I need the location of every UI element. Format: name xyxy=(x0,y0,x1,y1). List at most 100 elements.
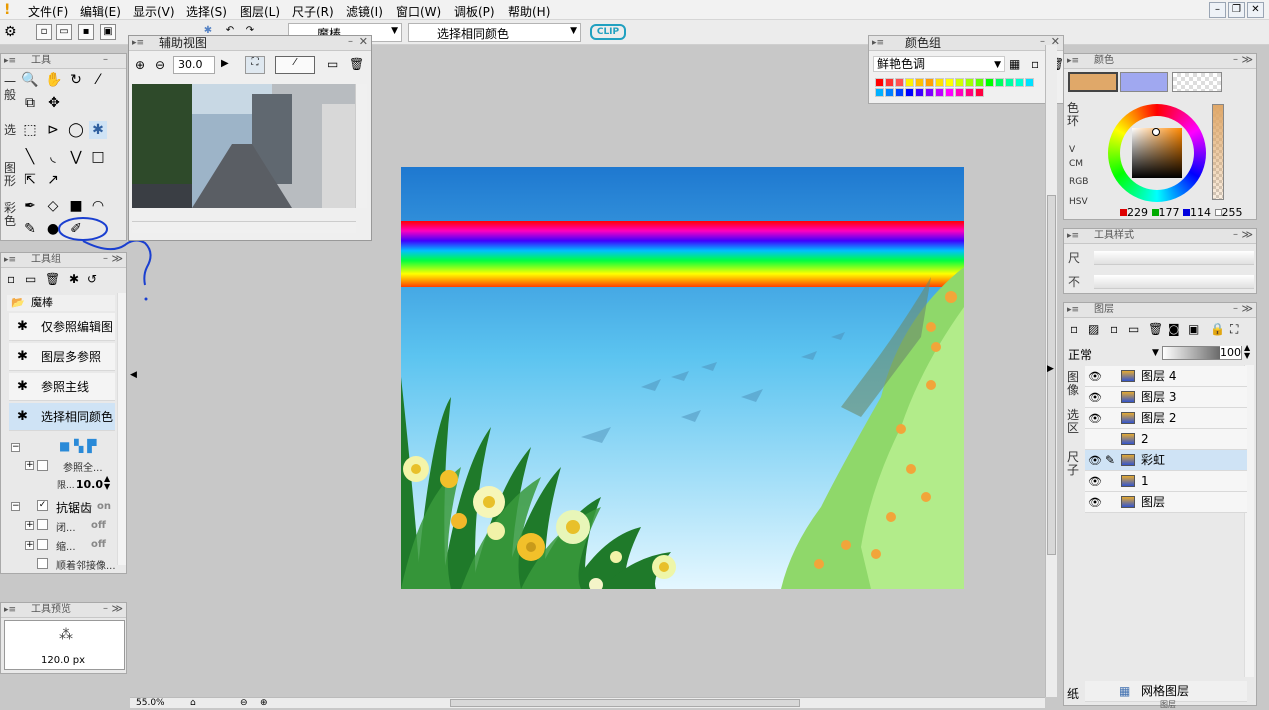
color-swatch[interactable] xyxy=(935,88,944,97)
layer-row[interactable]: 👁 图层 4 xyxy=(1085,366,1247,387)
expand-toggle[interactable]: + xyxy=(25,521,34,530)
color-swatch[interactable] xyxy=(945,78,954,87)
tab-cm[interactable]: CM xyxy=(1069,158,1083,171)
panel-menu-icon[interactable]: ▸≡ xyxy=(1067,54,1079,68)
color-swatch[interactable] xyxy=(885,78,894,87)
minimize-icon[interactable]: – xyxy=(1209,2,1226,18)
lock-icon[interactable]: 🔒 xyxy=(1210,322,1225,336)
green-value[interactable]: 177 xyxy=(1159,206,1180,219)
new-set-icon[interactable]: ▫ xyxy=(1031,57,1039,71)
zoom-in-icon[interactable]: ⊕ xyxy=(260,698,268,708)
fit-view-icon[interactable]: ⛶ xyxy=(245,56,265,74)
tab-paper[interactable]: 纸 xyxy=(1067,685,1079,702)
expand-toggle[interactable]: + xyxy=(25,541,34,550)
mode-select-dropdown[interactable]: 选择相同颜色 ▼ xyxy=(408,23,581,42)
tool-category-color[interactable]: 彩色 xyxy=(4,202,18,228)
color-swatches[interactable] xyxy=(875,78,1053,100)
folder-icon[interactable]: ▭ xyxy=(25,272,36,286)
polyline-icon[interactable]: ⋁ xyxy=(67,148,85,166)
color-swatch[interactable] xyxy=(895,88,904,97)
reset-icon[interactable]: ↺ xyxy=(87,272,97,286)
trash-icon[interactable]: 🗑 xyxy=(349,57,364,71)
zoom-slider-icon[interactable]: ⌂ xyxy=(190,698,196,708)
color-swatch[interactable] xyxy=(925,78,934,87)
layer-mask-icon[interactable]: ▣ xyxy=(1188,322,1199,336)
layer-row[interactable]: 2 xyxy=(1085,429,1247,450)
color-swatch[interactable] xyxy=(885,88,894,97)
menu-file[interactable]: 文件(F) xyxy=(28,3,68,20)
tab-image[interactable]: 图像 xyxy=(1067,371,1083,397)
eye-icon[interactable]: 👁 xyxy=(1087,408,1103,429)
close-icon[interactable]: ✕ xyxy=(1247,2,1264,18)
color-swatch[interactable] xyxy=(965,88,974,97)
alpha-value[interactable]: 255 xyxy=(1222,206,1243,219)
trash-icon[interactable]: 🗑 xyxy=(1148,322,1163,336)
eye-icon[interactable]: 👁 xyxy=(1087,366,1103,387)
line-icon[interactable]: ╲ xyxy=(21,148,39,166)
new-tool-icon[interactable]: ▫ xyxy=(7,272,15,286)
panel-menu-icon[interactable]: ▸≡ xyxy=(132,36,144,50)
color-swatch[interactable] xyxy=(915,78,924,87)
gradient-icon[interactable]: ◠ xyxy=(89,197,107,215)
menu-palette[interactable]: 调板(P) xyxy=(454,3,495,20)
tool-item-edit-only[interactable]: ✱ 仅参照编辑图 xyxy=(9,313,115,341)
opacity-slider[interactable] xyxy=(1212,104,1224,200)
sub-view-vscroll[interactable] xyxy=(355,84,367,208)
zoom-icon[interactable]: 🔍 xyxy=(21,71,39,89)
color-swatch[interactable] xyxy=(905,88,914,97)
color-swatch[interactable] xyxy=(965,78,974,87)
rectangle-icon[interactable]: □ xyxy=(89,148,107,166)
stepper-icon[interactable]: ▲ ▼ xyxy=(1244,344,1250,360)
color-picker-handle[interactable] xyxy=(1152,128,1160,136)
color-swatch[interactable] xyxy=(1015,78,1024,87)
sub-view-hscroll[interactable] xyxy=(132,221,356,233)
color-swatch[interactable] xyxy=(875,88,884,97)
collapse-icon[interactable]: – xyxy=(103,602,108,616)
collapse-icon[interactable]: – xyxy=(1233,53,1238,67)
color-swatch[interactable] xyxy=(905,78,914,87)
panel-menu-icon[interactable]: ▸≡ xyxy=(4,603,16,617)
collapse-icon[interactable]: – xyxy=(1233,302,1238,316)
zoom-field[interactable]: 30.0 xyxy=(173,56,215,74)
tool-category-shape[interactable]: 图形 xyxy=(4,162,18,188)
magic-wand-icon[interactable]: ✱ xyxy=(69,272,79,286)
red-value[interactable]: 229 xyxy=(1127,206,1148,219)
color-swatch[interactable] xyxy=(935,78,944,87)
collapse-toggle[interactable]: − xyxy=(11,502,20,511)
menu-edit[interactable]: 编辑(E) xyxy=(80,3,121,20)
menu-layer[interactable]: 图层(L) xyxy=(240,3,280,20)
tab-ruler[interactable]: 尺子 xyxy=(1067,451,1083,477)
collapse-icon[interactable]: – xyxy=(348,35,353,49)
panel-menu-icon[interactable]: ▸≡ xyxy=(4,253,16,267)
color-swatch[interactable] xyxy=(1005,78,1014,87)
panel-menu-icon[interactable]: ▸≡ xyxy=(4,54,16,68)
menu-view[interactable]: 显示(V) xyxy=(133,3,175,20)
color-swatch[interactable] xyxy=(925,88,934,97)
vector-curve-icon[interactable]: ↗ xyxy=(44,171,62,189)
menu-help[interactable]: 帮助(H) xyxy=(508,3,550,20)
color-ring-tab[interactable]: 色环 xyxy=(1067,102,1081,128)
layer-row[interactable]: 👁 1 xyxy=(1085,471,1247,492)
zoom-percent[interactable]: 55.0% xyxy=(136,698,165,708)
tab-hsv[interactable]: HSV xyxy=(1069,196,1088,209)
object-select-icon[interactable]: ⇱ xyxy=(21,171,39,189)
save-as-icon[interactable]: ▣ xyxy=(100,24,116,40)
eye-icon[interactable]: 👁 xyxy=(1087,471,1103,492)
layer-row[interactable]: 👁 图层 3 xyxy=(1085,387,1247,408)
left-panel-toggle-icon[interactable]: ◀ xyxy=(130,370,137,380)
blend-mode-select[interactable]: 正常 xyxy=(1068,346,1092,363)
polygon-select-icon[interactable]: ⊳ xyxy=(44,121,62,139)
eyedropper-icon[interactable]: ⁄ xyxy=(275,56,315,74)
panel-menu-icon[interactable]: ▸≡ xyxy=(1067,303,1079,317)
color-swatch[interactable] xyxy=(945,88,954,97)
tolerance-field[interactable]: 10.0 xyxy=(71,477,103,492)
layer-row[interactable]: 👁 ✎ 彩虹 xyxy=(1085,450,1247,471)
mask-icon[interactable]: ◙ xyxy=(1168,322,1180,336)
tool-style-opacity-slider[interactable] xyxy=(1094,275,1254,289)
gear-icon[interactable]: ⚙ xyxy=(4,24,17,40)
folder-icon[interactable]: ▭ xyxy=(1128,322,1139,336)
collapse-icon[interactable]: – xyxy=(1233,228,1238,242)
tab-selection[interactable]: 选区 xyxy=(1067,409,1083,435)
curve-icon[interactable]: ◟ xyxy=(44,148,62,166)
layer-move-icon[interactable]: ⧉ xyxy=(21,94,39,112)
